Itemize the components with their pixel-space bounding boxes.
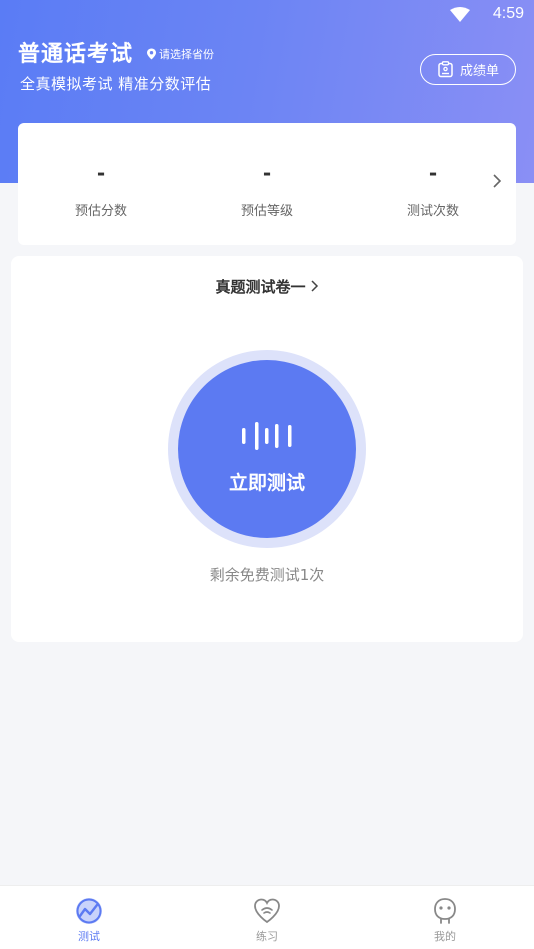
wifi-icon	[450, 7, 470, 22]
paper-selector[interactable]: 真题测试卷一	[11, 276, 523, 297]
page-subtitle: 全真模拟考试 精准分数评估	[20, 75, 212, 93]
report-icon	[438, 61, 453, 78]
chevron-right-icon[interactable]	[492, 173, 502, 189]
location-pin-icon	[147, 48, 156, 60]
stat-label: 预估等级	[240, 204, 293, 219]
report-card-button[interactable]: 成绩单	[420, 54, 516, 85]
stat-value: -	[96, 161, 106, 185]
page-title: 普通话考试	[18, 42, 134, 67]
tab-practice[interactable]: 练习	[178, 886, 356, 949]
stats-card[interactable]: - 预估分数 - 预估等级 - 测试次数	[18, 123, 516, 245]
tab-label: 练习	[256, 930, 278, 943]
stat-label: 测试次数	[406, 204, 459, 219]
remaining-tests-text: 剩余免费测试1次	[209, 566, 325, 584]
stat-label: 预估分数	[74, 204, 127, 219]
chevron-right-icon	[310, 280, 318, 292]
tab-label: 我的	[434, 930, 456, 943]
status-time: 4:59	[492, 5, 524, 22]
test-card: 真题测试卷一 立即测试 剩余免费测试1次	[11, 256, 523, 642]
province-selector-label: 请选择省份	[159, 48, 214, 61]
tab-label: 测试	[78, 930, 100, 943]
start-test-button[interactable]: 立即测试	[178, 360, 356, 538]
sound-wave-icon	[242, 422, 292, 450]
start-test-button-ring: 立即测试	[168, 350, 366, 548]
tab-test[interactable]: 测试	[0, 886, 178, 949]
profile-icon	[434, 898, 456, 924]
bottom-tab-bar: 测试 练习 我的	[0, 885, 534, 949]
start-test-label: 立即测试	[228, 472, 305, 494]
report-card-label: 成绩单	[459, 64, 499, 79]
paper-title: 真题测试卷一	[215, 278, 306, 296]
stat-value: -	[262, 161, 272, 185]
tab-profile[interactable]: 我的	[356, 886, 534, 949]
status-bar: 4:59	[0, 0, 534, 28]
practice-icon	[254, 898, 280, 924]
test-icon	[76, 898, 102, 924]
province-selector[interactable]: 请选择省份	[146, 46, 214, 62]
